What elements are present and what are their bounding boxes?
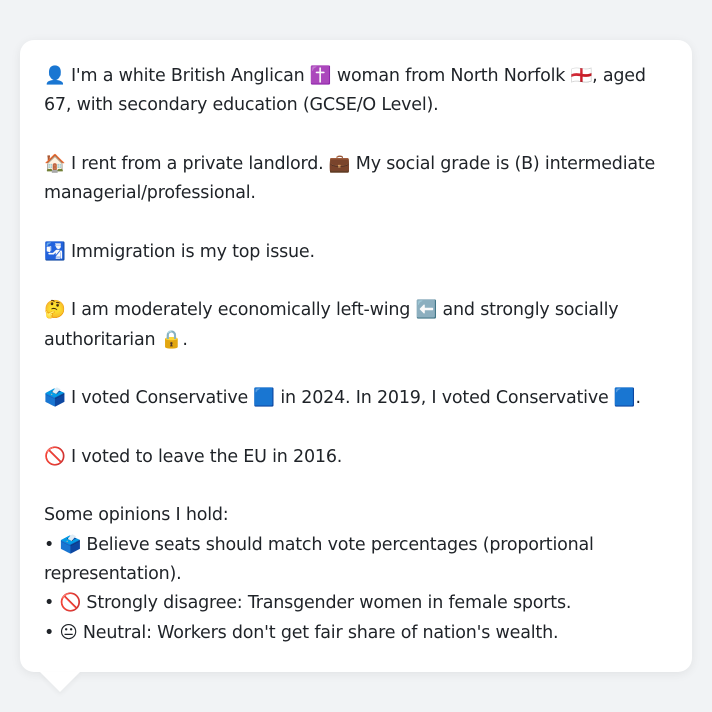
housing-line: 🏠 I rent from a private landlord. 💼 My s… bbox=[44, 153, 656, 204]
eu-referendum-line: 🚫 I voted to leave the EU in 2016. bbox=[44, 446, 343, 467]
opinions-heading: Some opinions I hold: bbox=[44, 505, 229, 526]
persona-message-bubble: 👤 I'm a white British Anglican ✝️ woman … bbox=[20, 40, 692, 672]
ideology-line: 🤔 I am moderately economically left-wing… bbox=[44, 300, 619, 350]
opinion-item-proportional-representation: • 🗳️ Believe seats should match vote per… bbox=[44, 534, 594, 585]
voting-history-line: 🗳️ I voted Conservative 🟦 in 2024. In 20… bbox=[44, 388, 641, 409]
top-issue-line: 🛂 Immigration is my top issue. bbox=[44, 241, 315, 262]
opinion-item-transgender-sports: • 🚫 Strongly disagree: Transgender women… bbox=[44, 593, 572, 614]
bubble-tail bbox=[40, 672, 80, 692]
opinion-item-fair-share-wealth: • 😐 Neutral: Workers don't get fair shar… bbox=[44, 622, 559, 643]
opinions-section: Some opinions I hold: • 🗳️ Believe seats… bbox=[44, 501, 668, 647]
identity-line: 👤 I'm a white British Anglican ✝️ woman … bbox=[44, 66, 646, 116]
